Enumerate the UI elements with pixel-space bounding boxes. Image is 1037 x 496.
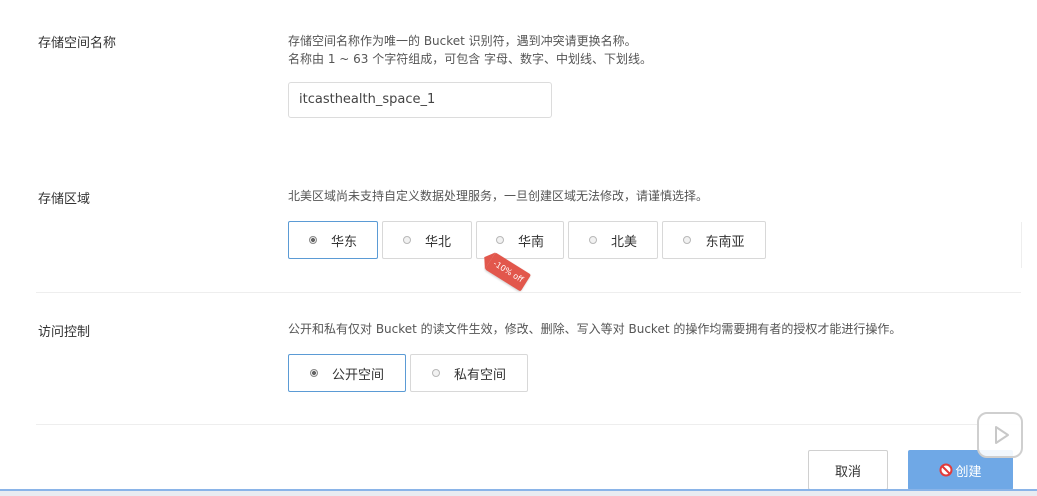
progress-track — [0, 489, 1037, 491]
play-triangle-icon — [995, 426, 1009, 444]
radio-dot-icon — [431, 369, 440, 377]
region-description: 北美区域尚未支持自定义数据处理服务，一旦创建区域无法修改，请谨慎选择。 — [288, 189, 709, 203]
section-divider — [36, 424, 1021, 425]
video-progress-bar[interactable] — [0, 489, 1037, 496]
region-option-label: 华南 — [517, 234, 544, 250]
access-option-public[interactable]: 公开空间 — [288, 354, 406, 392]
access-option-label: 私有空间 — [453, 367, 506, 383]
section-divider — [36, 292, 1021, 293]
radio-dot-icon — [683, 236, 692, 244]
bucket-name-input[interactable]: itcasthealth_space_1 — [288, 82, 552, 118]
region-label: 存储区域 — [38, 192, 91, 207]
bucket-name-desc-line1: 存储空间名称作为唯一的 Bucket 识别符，遇到冲突请更换名称。 — [288, 34, 637, 48]
access-label: 访问控制 — [38, 325, 91, 340]
bucket-name-desc-line2: 名称由 1 ~ 63 个字符组成，可包含 字母、数字、中划线、下划线。 — [288, 52, 653, 66]
region-radio-group: 华东 华北 华南 北美 东南亚 — [288, 221, 766, 259]
radio-dot-icon — [495, 236, 504, 244]
region-option-label: 华东 — [330, 234, 357, 250]
access-option-label: 公开空间 — [331, 367, 384, 383]
cancel-button[interactable]: 取消 — [808, 450, 888, 490]
region-option-label: 东南亚 — [705, 234, 745, 250]
divider-vertical — [1021, 222, 1022, 268]
region-option-label: 华北 — [424, 234, 451, 250]
radio-dot-icon — [402, 236, 411, 244]
region-option-beimei[interactable]: 北美 — [568, 221, 658, 259]
radio-dot-icon — [588, 236, 597, 244]
region-option-huadong[interactable]: 华东 — [288, 221, 378, 259]
access-option-private[interactable]: 私有空间 — [410, 354, 528, 392]
region-option-dongnanya[interactable]: 东南亚 — [662, 221, 766, 259]
region-option-huabei[interactable]: 华北 — [382, 221, 472, 259]
video-play-icon[interactable] — [977, 412, 1023, 458]
create-button-label: 创建 — [955, 464, 982, 480]
bucket-name-description: 存储空间名称作为唯一的 Bucket 识别符，遇到冲突请更换名称。 名称由 1 … — [288, 32, 652, 68]
radio-dot-icon — [309, 369, 318, 377]
access-radio-group: 公开空间 私有空间 — [288, 354, 528, 392]
bucket-name-label: 存储空间名称 — [38, 36, 117, 51]
radio-dot-icon — [308, 236, 317, 244]
region-option-label: 北美 — [610, 234, 637, 250]
forbidden-cursor-icon — [939, 463, 953, 477]
access-description: 公开和私有仅对 Bucket 的读文件生效，修改、删除、写入等对 Bucket … — [288, 322, 902, 336]
